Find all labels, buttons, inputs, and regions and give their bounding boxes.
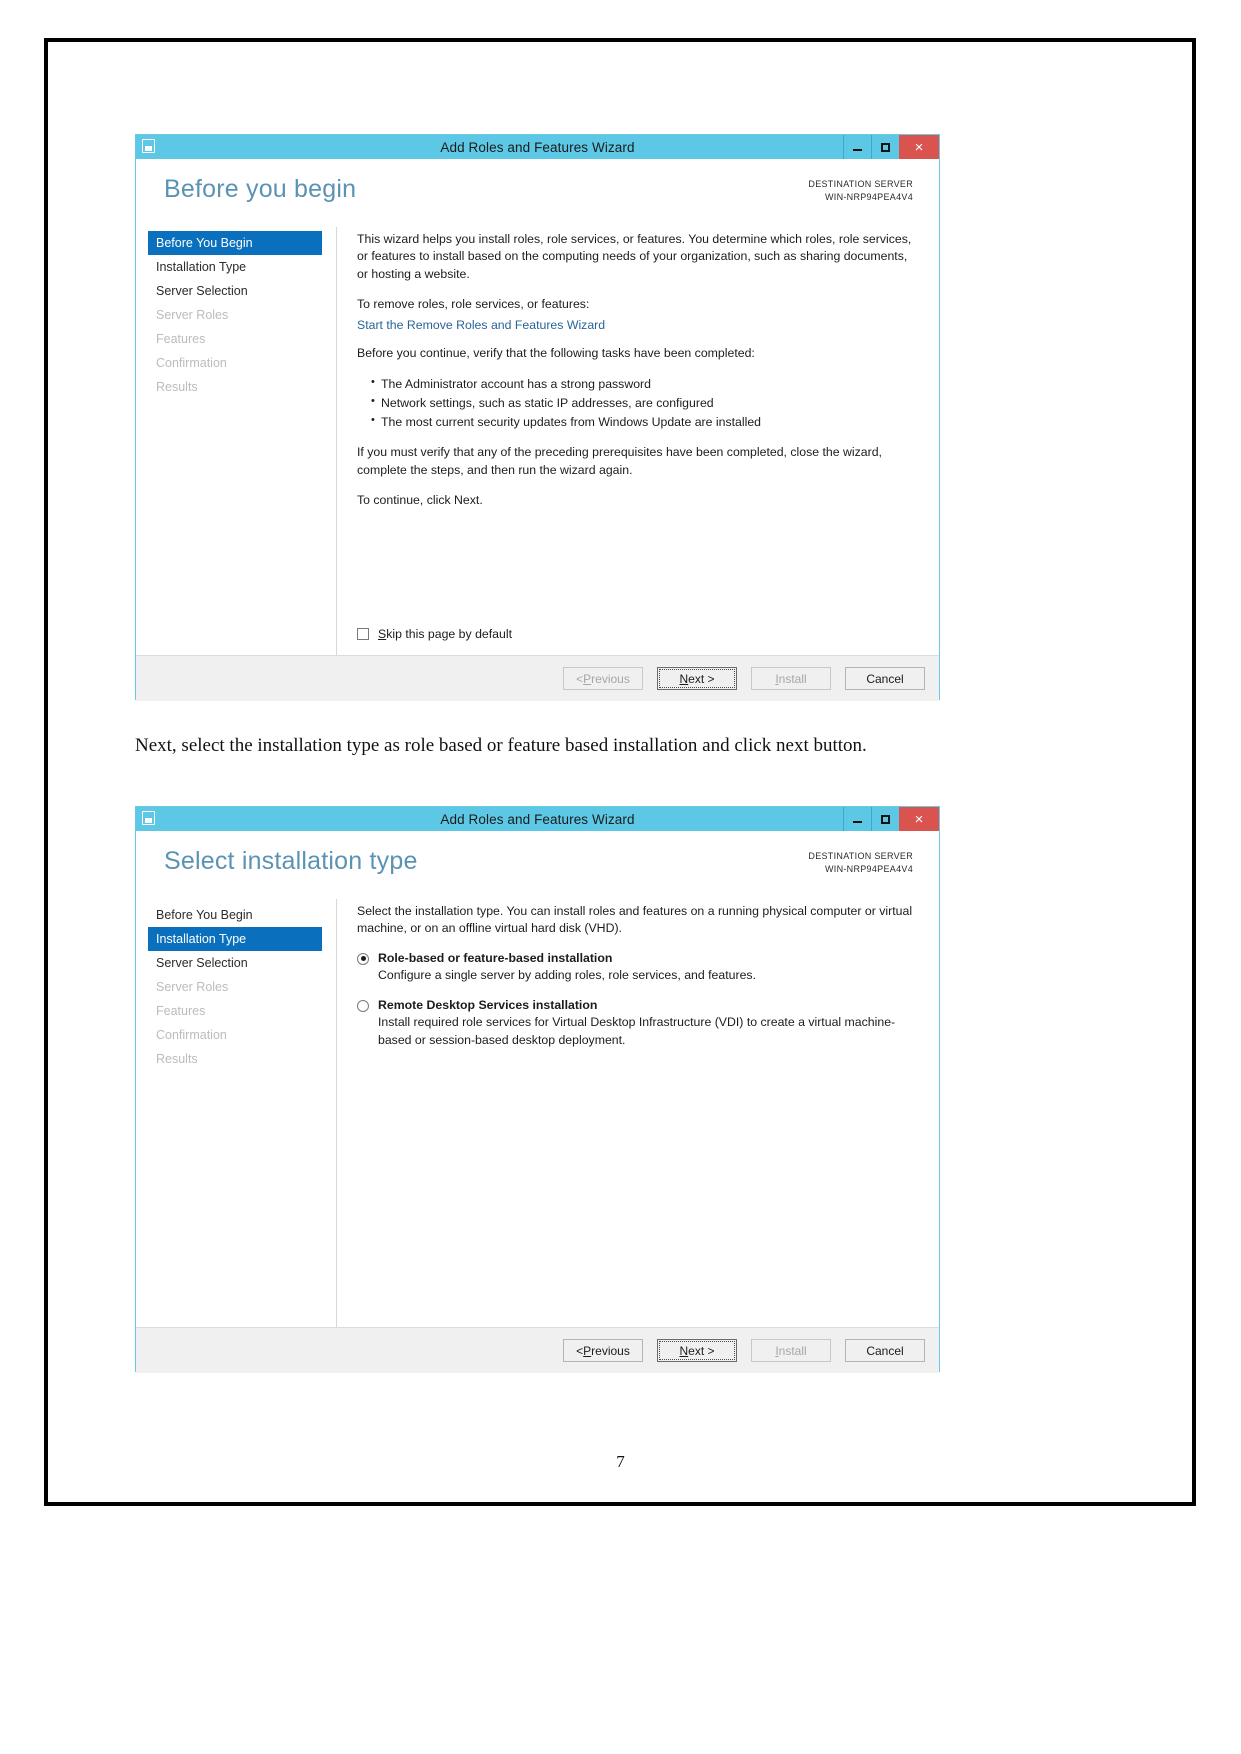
sidebar-item-results: Results <box>156 1052 198 1066</box>
minimize-button[interactable] <box>843 135 871 159</box>
radio-remote-desktop-services-description: Install required role services for Virtu… <box>378 1015 896 1047</box>
destination-server-label: DESTINATION SERVER <box>808 851 913 861</box>
install-rest: nstall <box>778 1343 807 1358</box>
remove-roles-wizard-link[interactable]: Start the Remove Roles and Features Wiza… <box>357 318 921 332</box>
wizard-content-pane: This wizard helps you install roles, rol… <box>336 227 939 655</box>
window-title: Add Roles and Features Wizard <box>440 139 635 155</box>
intro-text: Select the installation type. You can in… <box>357 904 913 936</box>
destination-server-name: WIN-NRP94PEA4V4 <box>824 864 913 875</box>
skip-page-checkbox-row[interactable]: Skip this page by default <box>357 627 512 641</box>
next-button[interactable]: Next > <box>657 667 737 690</box>
sidebar-item-results: Results <box>156 380 198 394</box>
sidebar-item-before-you-begin[interactable]: Before You Begin <box>148 231 322 255</box>
window-titlebar[interactable]: Add Roles and Features Wizard × <box>136 135 939 159</box>
sidebar-item-features: Features <box>156 332 206 346</box>
page-number: 7 <box>616 1452 625 1471</box>
sidebar-item-installation-type[interactable]: Installation Type <box>136 255 336 279</box>
close-button[interactable]: × <box>899 807 939 831</box>
destination-server-block: DESTINATION SERVER WIN-NRP94PEA4V4 <box>808 178 913 204</box>
window-controls: × <box>843 135 939 159</box>
destination-server-name: WIN-NRP94PEA4V4 <box>824 192 913 203</box>
list-item: The most current security updates from W… <box>371 412 921 432</box>
window-title: Add Roles and Features Wizard <box>440 811 635 827</box>
sidebar-item-features: Features <box>156 1004 206 1018</box>
server-manager-icon <box>142 139 158 155</box>
skip-page-checkbox[interactable] <box>357 628 369 640</box>
wizard-header: Before you begin DESTINATION SERVER WIN-… <box>136 159 939 227</box>
close-button[interactable]: × <box>899 135 939 159</box>
window-controls: × <box>843 807 939 831</box>
install-rest: nstall <box>778 671 807 686</box>
remove-prompt-text: To remove roles, role services, or featu… <box>357 297 590 312</box>
wizard-body: Before You Begin Installation Type Serve… <box>136 227 939 655</box>
sidebar-item-server-selection[interactable]: Server Selection <box>136 951 336 975</box>
add-roles-wizard-before-you-begin: Add Roles and Features Wizard × Before y… <box>135 134 940 701</box>
skip-page-label: Skip this page by default <box>378 627 512 641</box>
radio-role-based-description: Configure a single server by adding role… <box>378 967 756 982</box>
destination-server-block: DESTINATION SERVER WIN-NRP94PEA4V4 <box>808 850 913 876</box>
radio-role-based-label: Role-based or feature-based installation <box>378 950 613 965</box>
skip-page-rest: kip this page by default <box>386 627 512 641</box>
previous-prefix: < <box>576 671 584 686</box>
install-button[interactable]: Install <box>751 667 831 690</box>
list-item: Network settings, such as static IP addr… <box>371 393 921 413</box>
wizard-content-pane: Select the installation type. You can in… <box>336 899 939 1327</box>
wizard-nav-list: Before You Begin Installation Type Serve… <box>136 227 336 655</box>
sidebar-item-server-roles: Server Roles <box>156 308 229 322</box>
sidebar-item-server-selection[interactable]: Server Selection <box>136 279 336 303</box>
intro-text: This wizard helps you install roles, rol… <box>357 232 912 281</box>
previous-prefix: < <box>576 1343 584 1358</box>
previous-button[interactable]: < Previous <box>563 667 643 690</box>
previous-rest: revious <box>591 671 630 686</box>
wizard-footer: < Previous Next > Install Cancel <box>136 655 939 701</box>
previous-accel: P <box>583 1343 592 1358</box>
previous-accel: P <box>583 671 592 686</box>
install-button[interactable]: Install <box>751 1339 831 1362</box>
maximize-button[interactable] <box>871 135 899 159</box>
radio-remote-desktop-services[interactable] <box>357 1000 369 1013</box>
instruction-paragraph: Next, select the installation type as ro… <box>135 735 867 756</box>
add-roles-wizard-select-installation-type: Add Roles and Features Wizard × Select i… <box>135 806 940 1373</box>
window-titlebar[interactable]: Add Roles and Features Wizard × <box>136 807 939 831</box>
installation-type-option-rds[interactable]: Remote Desktop Services installation Ins… <box>357 998 921 1049</box>
server-manager-icon <box>142 811 158 827</box>
wizard-nav-list: Before You Begin Installation Type Serve… <box>136 899 336 1327</box>
prerequisite-list: The Administrator account has a strong p… <box>357 374 921 432</box>
minimize-button[interactable] <box>843 807 871 831</box>
radio-role-based[interactable] <box>357 952 369 965</box>
maximize-button[interactable] <box>871 807 899 831</box>
continue-text: To continue, click Next. <box>357 493 483 508</box>
radio-remote-desktop-services-label: Remote Desktop Services installation <box>378 998 598 1013</box>
skip-page-accel: S <box>378 627 387 641</box>
page-title: Before you begin <box>164 175 357 203</box>
wizard-footer: < Previous Next > Install Cancel <box>136 1327 939 1373</box>
sidebar-item-before-you-begin[interactable]: Before You Begin <box>136 903 336 927</box>
cancel-button[interactable]: Cancel <box>845 667 925 690</box>
prerequisite-note-text: If you must verify that any of the prece… <box>357 445 882 477</box>
next-rest: ext > <box>688 1343 715 1358</box>
list-item: The Administrator account has a strong p… <box>371 374 921 394</box>
sidebar-item-server-roles: Server Roles <box>156 980 229 994</box>
sidebar-item-installation-type[interactable]: Installation Type <box>148 927 322 951</box>
wizard-body: Before You Begin Installation Type Serve… <box>136 899 939 1327</box>
next-accel: N <box>679 671 689 686</box>
destination-server-label: DESTINATION SERVER <box>808 179 913 189</box>
wizard-header: Select installation type DESTINATION SER… <box>136 831 939 899</box>
next-button[interactable]: Next > <box>657 1339 737 1362</box>
next-accel: N <box>679 1343 689 1358</box>
next-rest: ext > <box>688 671 715 686</box>
installation-type-option-role-based[interactable]: Role-based or feature-based installation… <box>357 951 921 984</box>
sidebar-item-confirmation: Confirmation <box>156 1028 227 1042</box>
previous-button[interactable]: < Previous <box>563 1339 643 1362</box>
sidebar-item-confirmation: Confirmation <box>156 356 227 370</box>
previous-rest: revious <box>591 1343 630 1358</box>
verify-prompt-text: Before you continue, verify that the fol… <box>357 345 755 360</box>
page-title: Select installation type <box>164 847 418 875</box>
cancel-button[interactable]: Cancel <box>845 1339 925 1362</box>
